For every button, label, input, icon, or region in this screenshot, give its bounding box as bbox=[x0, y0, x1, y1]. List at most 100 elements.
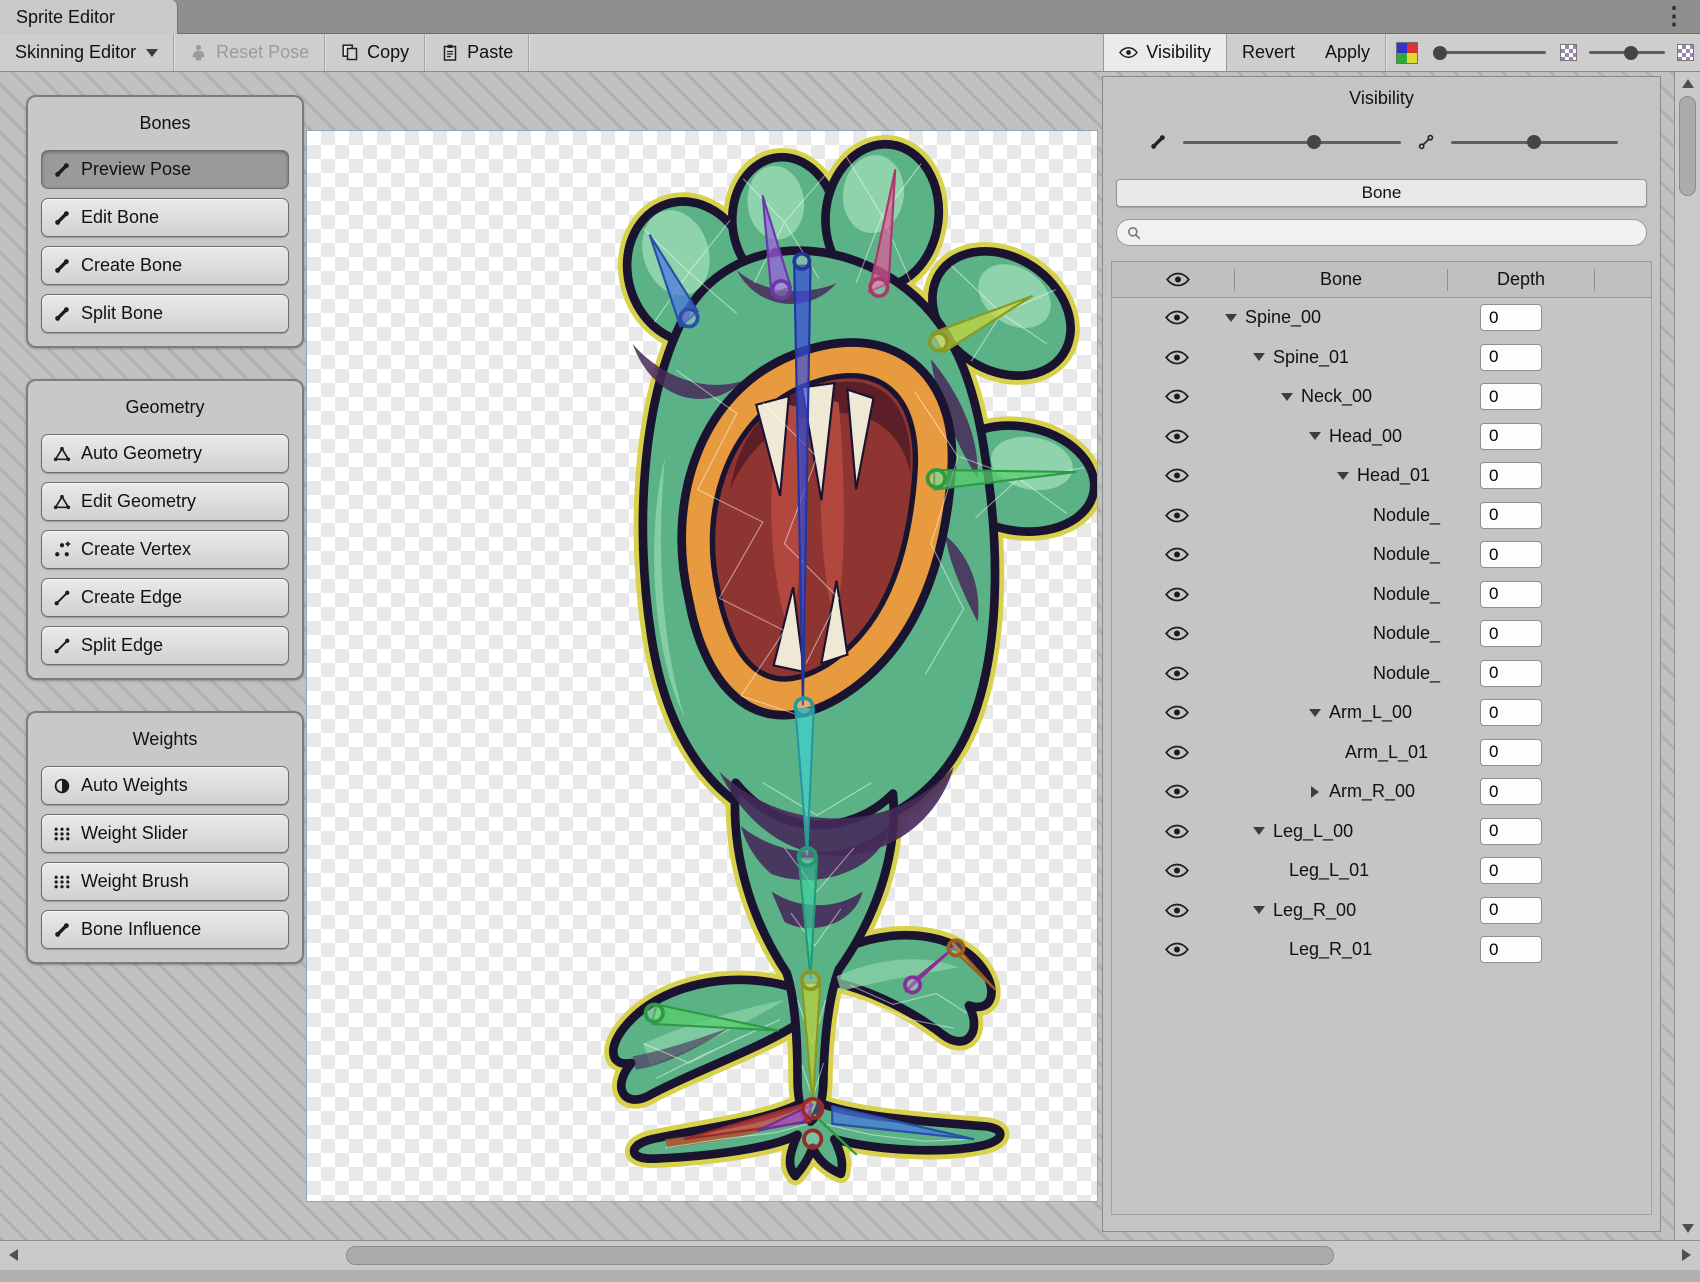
scroll-up-arrow[interactable] bbox=[1682, 79, 1694, 88]
bone-name: Spine_01 bbox=[1273, 347, 1349, 368]
visibility-eye-icon[interactable] bbox=[1154, 547, 1200, 562]
visibility-eye-icon[interactable] bbox=[1154, 745, 1200, 760]
depth-input[interactable] bbox=[1480, 383, 1542, 410]
depth-input[interactable] bbox=[1480, 739, 1542, 766]
foldout-open-icon[interactable] bbox=[1250, 348, 1268, 366]
alpha-checker-icon[interactable] bbox=[1677, 44, 1694, 61]
tool-button-weight-brush[interactable]: Weight Brush bbox=[41, 862, 289, 901]
slider-knob[interactable] bbox=[1527, 135, 1541, 149]
bone-search-field[interactable] bbox=[1116, 219, 1647, 246]
depth-input[interactable] bbox=[1480, 581, 1542, 608]
visibility-eye-icon[interactable] bbox=[1154, 666, 1200, 681]
reset-pose-button[interactable]: Reset Pose bbox=[174, 34, 324, 71]
vertical-scroll-thumb[interactable] bbox=[1679, 96, 1696, 196]
depth-input[interactable] bbox=[1480, 541, 1542, 568]
tool-button-auto-geometry[interactable]: Auto Geometry bbox=[41, 434, 289, 473]
visibility-eye-icon[interactable] bbox=[1154, 784, 1200, 799]
visibility-eye-icon[interactable] bbox=[1154, 942, 1200, 957]
visibility-eye-icon[interactable] bbox=[1154, 863, 1200, 878]
visibility-eye-icon[interactable] bbox=[1154, 389, 1200, 404]
edge-create-icon bbox=[52, 588, 71, 607]
depth-input[interactable] bbox=[1480, 620, 1542, 647]
foldout-open-icon[interactable] bbox=[1278, 388, 1296, 406]
sprite-canvas[interactable]: .glow{fill:none;stroke:#d8d14b;stroke-wi… bbox=[306, 130, 1098, 1202]
tab-sprite-editor[interactable]: Sprite Editor bbox=[0, 0, 178, 34]
depth-input[interactable] bbox=[1480, 897, 1542, 924]
tool-button-split-bone[interactable]: Split Bone bbox=[41, 294, 289, 333]
bone-tab-dropdown[interactable]: Bone bbox=[1116, 179, 1647, 207]
horizontal-scrollbar[interactable] bbox=[0, 1240, 1700, 1270]
paste-button[interactable]: Paste bbox=[425, 34, 528, 71]
bone-name: Leg_L_00 bbox=[1273, 821, 1353, 842]
foldout-open-icon[interactable] bbox=[1306, 427, 1324, 445]
tool-button-create-bone[interactable]: Create Bone bbox=[41, 246, 289, 285]
indent-spacer bbox=[1200, 791, 1306, 792]
kebab-menu-icon[interactable]: ⋮ bbox=[1654, 2, 1694, 32]
slider-knob[interactable] bbox=[1433, 46, 1447, 60]
slider-knob[interactable] bbox=[1307, 135, 1321, 149]
depth-input[interactable] bbox=[1480, 818, 1542, 845]
slider-knob[interactable] bbox=[1624, 46, 1638, 60]
visibility-toggle-button[interactable]: Visibility bbox=[1103, 34, 1227, 71]
scroll-down-arrow[interactable] bbox=[1682, 1224, 1694, 1233]
tool-button-preview-pose[interactable]: Preview Pose bbox=[41, 150, 289, 189]
bone-opacity-slider[interactable] bbox=[1183, 141, 1401, 144]
bone-name: Leg_L_01 bbox=[1289, 860, 1369, 881]
bone-name: Nodule_ bbox=[1373, 505, 1440, 526]
tool-button-split-edge[interactable]: Split Edge bbox=[41, 626, 289, 665]
tool-button-create-vertex[interactable]: Create Vertex bbox=[41, 530, 289, 569]
indent-spacer bbox=[1200, 357, 1250, 358]
visibility-eye-icon[interactable] bbox=[1154, 310, 1200, 325]
depth-input[interactable] bbox=[1480, 857, 1542, 884]
apply-button[interactable]: Apply bbox=[1310, 34, 1385, 71]
visibility-eye-icon[interactable] bbox=[1154, 429, 1200, 444]
foldout-closed-icon[interactable] bbox=[1306, 783, 1324, 801]
search-input[interactable] bbox=[1147, 224, 1646, 242]
alpha-checker-icon[interactable] bbox=[1560, 44, 1577, 61]
mesh-opacity-slider[interactable] bbox=[1589, 51, 1665, 54]
tool-button-auto-weights[interactable]: Auto Weights bbox=[41, 766, 289, 805]
visibility-eye-icon[interactable] bbox=[1154, 903, 1200, 918]
bone-size-slider[interactable] bbox=[1451, 141, 1618, 144]
depth-input[interactable] bbox=[1480, 344, 1542, 371]
eye-column-header-icon bbox=[1122, 272, 1234, 287]
visibility-eye-icon[interactable] bbox=[1154, 705, 1200, 720]
revert-button[interactable]: Revert bbox=[1227, 34, 1310, 71]
visibility-eye-icon[interactable] bbox=[1154, 824, 1200, 839]
bone-row: Nodule_ bbox=[1112, 654, 1651, 694]
bone-row: Leg_L_00 bbox=[1112, 812, 1651, 852]
visibility-eye-icon[interactable] bbox=[1154, 587, 1200, 602]
scroll-left-arrow[interactable] bbox=[9, 1249, 18, 1261]
depth-input[interactable] bbox=[1480, 502, 1542, 529]
visibility-eye-icon[interactable] bbox=[1154, 508, 1200, 523]
tool-button-edit-geometry[interactable]: Edit Geometry bbox=[41, 482, 289, 521]
color-picker-icon[interactable] bbox=[1396, 42, 1418, 64]
scroll-right-arrow[interactable] bbox=[1682, 1249, 1691, 1261]
depth-input[interactable] bbox=[1480, 778, 1542, 805]
toolbar-separator bbox=[1385, 34, 1386, 71]
tool-button-weight-slider[interactable]: Weight Slider bbox=[41, 814, 289, 853]
depth-input[interactable] bbox=[1480, 699, 1542, 726]
bone-preview-icon bbox=[52, 160, 71, 179]
foldout-open-icon[interactable] bbox=[1306, 704, 1324, 722]
foldout-open-icon[interactable] bbox=[1250, 822, 1268, 840]
tool-button-bone-influence[interactable]: Bone Influence bbox=[41, 910, 289, 949]
depth-input[interactable] bbox=[1480, 660, 1542, 687]
visibility-eye-icon[interactable] bbox=[1154, 468, 1200, 483]
depth-input[interactable] bbox=[1480, 423, 1542, 450]
vertical-scrollbar[interactable] bbox=[1674, 72, 1700, 1240]
visibility-eye-icon[interactable] bbox=[1154, 350, 1200, 365]
visibility-eye-icon[interactable] bbox=[1154, 626, 1200, 641]
depth-input[interactable] bbox=[1480, 936, 1542, 963]
copy-button[interactable]: Copy bbox=[325, 34, 424, 71]
foldout-open-icon[interactable] bbox=[1334, 467, 1352, 485]
sprite-brightness-slider[interactable] bbox=[1436, 51, 1546, 54]
tool-button-edit-bone[interactable]: Edit Bone bbox=[41, 198, 289, 237]
depth-input[interactable] bbox=[1480, 304, 1542, 331]
depth-input[interactable] bbox=[1480, 462, 1542, 489]
foldout-open-icon[interactable] bbox=[1222, 309, 1240, 327]
foldout-open-icon[interactable] bbox=[1250, 901, 1268, 919]
horizontal-scroll-thumb[interactable] bbox=[346, 1246, 1334, 1265]
skinning-editor-dropdown[interactable]: Skinning Editor bbox=[0, 34, 173, 71]
tool-button-create-edge[interactable]: Create Edge bbox=[41, 578, 289, 617]
